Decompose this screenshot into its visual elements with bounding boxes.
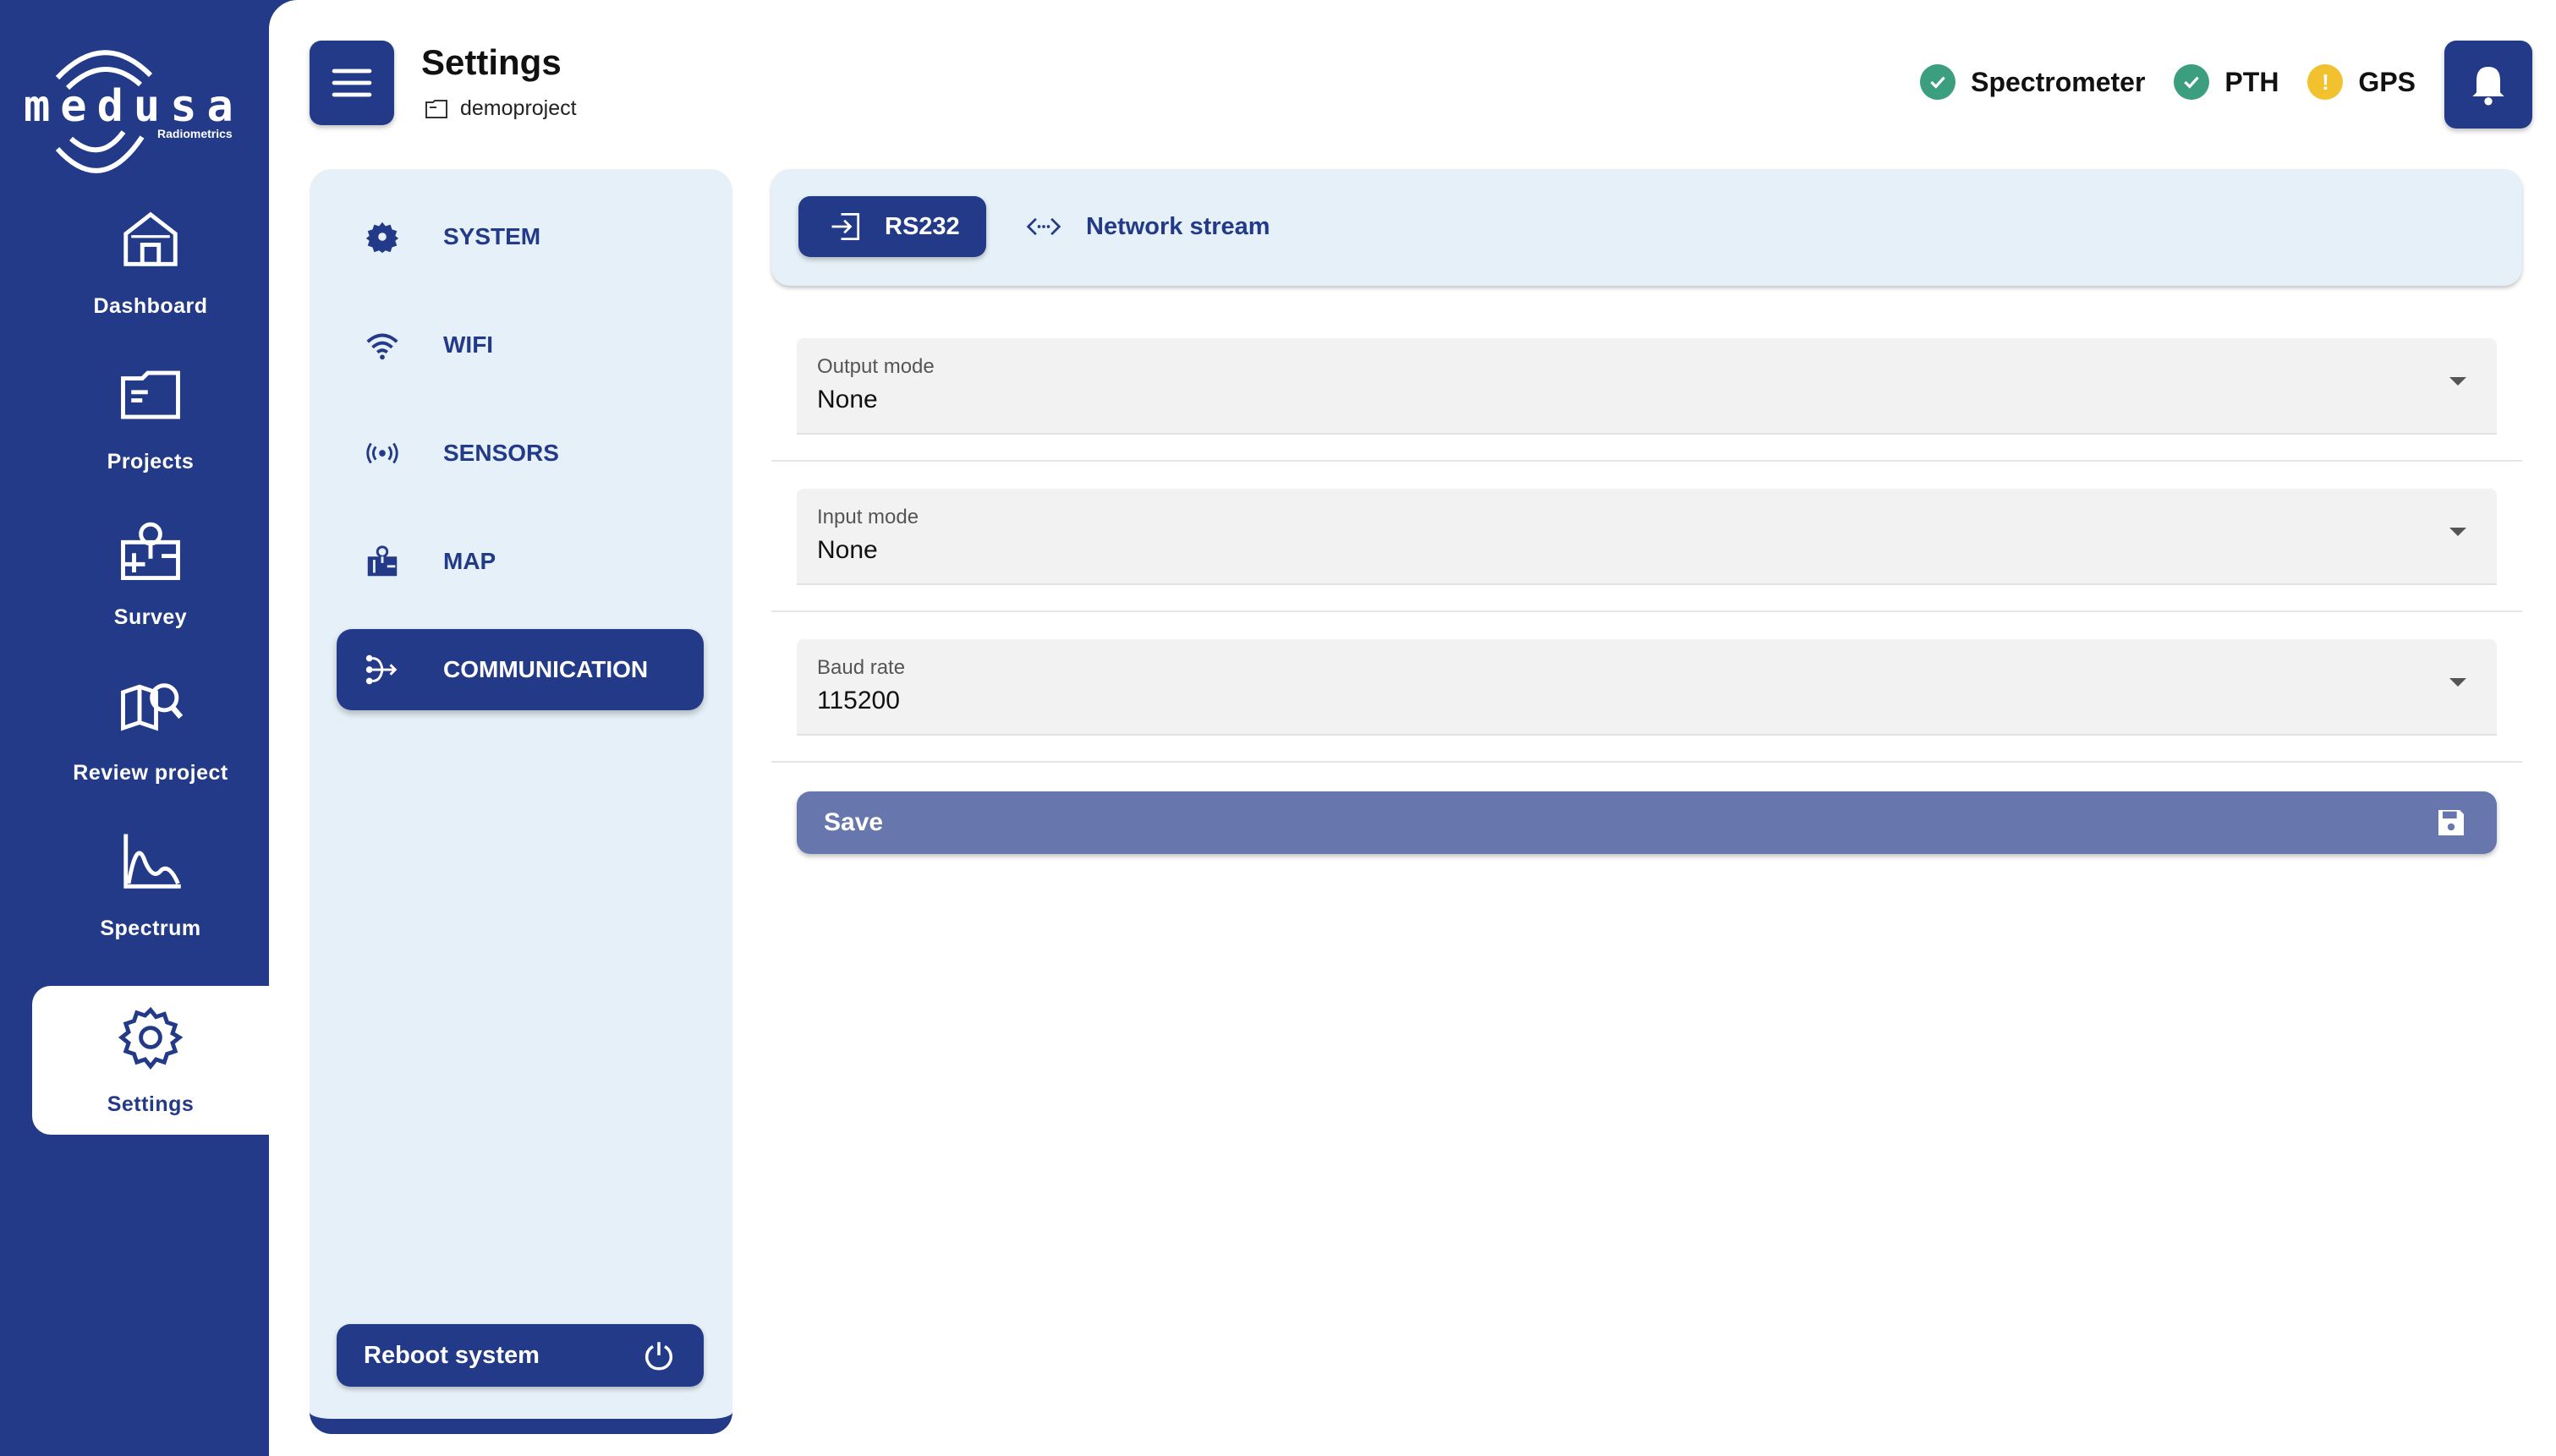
menu-button[interactable] [310, 41, 394, 125]
check-icon [1920, 64, 1956, 100]
warning-icon: ! [2307, 64, 2344, 100]
communication-icon [365, 654, 398, 685]
nav-survey[interactable]: Survey [32, 499, 269, 648]
spectrum-chart-icon [123, 834, 181, 889]
status-gps: ! GPS [2307, 64, 2416, 100]
settings-menu-system[interactable]: SYSTEM [337, 196, 704, 277]
divider [771, 460, 2522, 462]
nav-projects-label: Projects [107, 449, 195, 473]
chevron-down-icon [2449, 528, 2466, 536]
output-mode-select[interactable]: Output mode None [797, 338, 2497, 435]
tab-network-stream[interactable]: Network stream [1017, 196, 1304, 257]
nav-spectrum[interactable]: Spectrum [32, 810, 269, 959]
chevron-down-icon [2449, 678, 2466, 687]
baud-rate-select[interactable]: Baud rate 115200 [797, 639, 2497, 736]
check-icon [2174, 64, 2210, 100]
map-search-icon [121, 682, 184, 731]
page-title: Settings [421, 42, 562, 82]
map-icon [367, 545, 398, 577]
status-spectrometer: Spectrometer [1920, 64, 2145, 100]
gear-icon [365, 222, 399, 254]
settings-menu-sensors-label: SENSORS [443, 440, 559, 466]
communication-tabs: RS232 Network stream [771, 169, 2522, 286]
settings-menu-system-label: SYSTEM [443, 223, 541, 249]
nav-review-project[interactable]: Review project [32, 654, 269, 803]
save-button-label: Save [824, 808, 884, 836]
nav-spectrum-label: Spectrum [100, 916, 201, 940]
nav-projects[interactable]: Projects [32, 343, 269, 492]
baud-rate-value: 115200 [817, 687, 900, 714]
device-status-bar: Spectrometer PTH ! GPS [1920, 64, 2416, 100]
current-project: demoproject [425, 96, 577, 121]
status-pth: PTH [2174, 64, 2279, 100]
sensor-broadcast-icon [366, 442, 398, 464]
power-icon [644, 1342, 673, 1371]
output-mode-value: None [817, 386, 878, 413]
reboot-system-label: Reboot system [364, 1341, 540, 1369]
settings-menu-communication[interactable]: COMMUNICATION [337, 629, 704, 710]
main-panel: Settings demoproject Spectrometer PTH ! … [269, 0, 2556, 1456]
floppy-disk-icon [2438, 810, 2464, 835]
folder-icon [121, 370, 180, 419]
nav-dashboard[interactable]: Dashboard [32, 188, 269, 337]
input-mode-value: None [817, 536, 878, 564]
nav-dashboard-label: Dashboard [93, 293, 208, 318]
input-arrow-icon [831, 212, 860, 241]
chevron-down-icon [2449, 377, 2466, 386]
settings-menu-sensors[interactable]: SENSORS [337, 413, 704, 494]
nav-settings[interactable]: Settings [32, 986, 269, 1135]
divider [771, 610, 2522, 612]
bell-icon [2472, 67, 2504, 106]
folder-small-icon [425, 99, 447, 118]
input-mode-select[interactable]: Input mode None [797, 489, 2497, 585]
save-button[interactable]: Save [797, 791, 2497, 854]
hamburger-icon [332, 68, 372, 97]
map-pin-icon [121, 522, 180, 580]
status-spectrometer-label: Spectrometer [1971, 66, 2146, 97]
tab-rs232[interactable]: RS232 [798, 196, 986, 257]
status-pth-label: PTH [2224, 66, 2279, 97]
nav-survey-label: Survey [113, 605, 188, 629]
nav-settings-label: Settings [107, 1092, 195, 1116]
tab-rs232-label: RS232 [885, 212, 960, 240]
logo-wordmark: medusa [24, 81, 244, 132]
wifi-icon [366, 333, 398, 360]
reboot-system-button[interactable]: Reboot system [337, 1324, 704, 1387]
code-brackets-icon [1026, 217, 1061, 236]
settings-menu-wifi-label: WIFI [443, 331, 494, 358]
settings-menu-map[interactable]: MAP [337, 521, 704, 602]
settings-menu-wifi[interactable]: WIFI [337, 304, 704, 386]
settings-menu-communication-label: COMMUNICATION [443, 656, 649, 682]
notifications-button[interactable] [2444, 41, 2532, 129]
tab-network-stream-label: Network stream [1086, 212, 1270, 240]
medusa-logo: medusa Radiometrics [24, 37, 252, 181]
home-icon [123, 211, 178, 266]
baud-rate-label: Baud rate [817, 656, 906, 679]
project-name: demoproject [460, 96, 577, 120]
divider [771, 761, 2522, 763]
logo-tagline: Radiometrics [157, 127, 233, 140]
gear-icon [118, 1006, 184, 1070]
input-mode-label: Input mode [817, 506, 919, 528]
output-mode-label: Output mode [817, 355, 935, 378]
sidebar: medusa Radiometrics Dashboard Projects S… [0, 0, 269, 1456]
status-gps-label: GPS [2358, 66, 2416, 97]
settings-menu-map-label: MAP [443, 548, 496, 574]
settings-menu: SYSTEM WIFI SENSORS MAP COMMUNICATION Re… [310, 169, 732, 1434]
nav-review-project-label: Review project [73, 760, 228, 785]
